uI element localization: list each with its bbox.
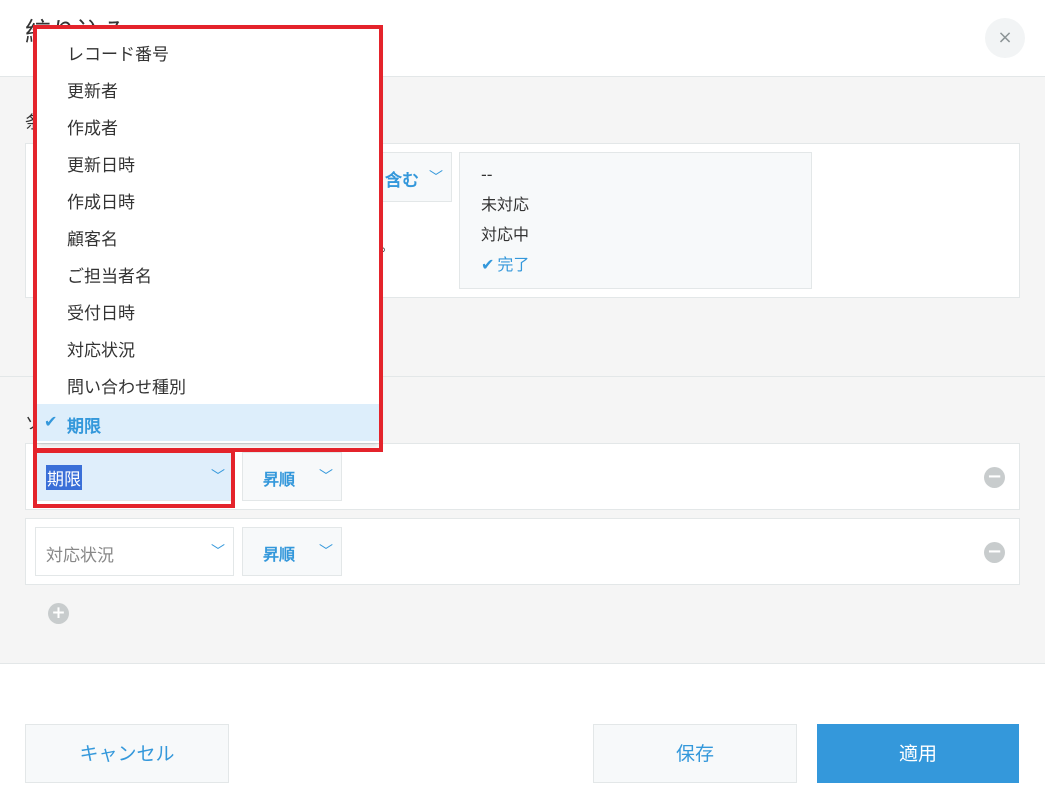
apply-button[interactable]: 適用 (817, 724, 1019, 783)
sort-field-select[interactable]: 対応状況 ﹀ (35, 527, 234, 576)
highlight-box (33, 25, 383, 452)
operator-label: 含む (385, 171, 419, 191)
status-option-selected[interactable]: ✔ 完了 (481, 254, 529, 276)
sort-order-select[interactable]: 昇順 ﹀ (242, 452, 342, 501)
sort-row: 対応状況 ﹀ 昇順 ﹀ − (25, 518, 1020, 585)
operator-select[interactable]: 含む ﹀ (380, 152, 452, 202)
chevron-down-icon: ﹀ (211, 544, 225, 560)
sort-order-value: 昇順 (263, 545, 296, 564)
minus-circle-icon[interactable]: − (984, 467, 1005, 488)
minus-circle-icon[interactable]: − (984, 542, 1005, 563)
chevron-down-icon: ﹀ (429, 170, 443, 186)
highlight-box (33, 449, 235, 508)
check-icon: ✔ (481, 255, 495, 274)
sort-field-value: 対応状況 (46, 546, 114, 566)
sort-order-select[interactable]: 昇順 ﹀ (242, 527, 342, 576)
save-button[interactable]: 保存 (593, 724, 797, 783)
chevron-down-icon: ﹀ (319, 469, 333, 485)
filter-dialog: 絞り込み × 条件 含む ﹀ 。 -- 未対応 対応中 ✔完了 ソート 期限 ﹀… (0, 0, 1045, 803)
cancel-button[interactable]: キャンセル (25, 724, 229, 783)
status-option[interactable]: 未対応 (481, 194, 529, 216)
chevron-down-icon: ﹀ (319, 544, 333, 560)
close-icon[interactable]: × (985, 18, 1025, 58)
plus-circle-icon[interactable]: + (48, 603, 69, 624)
status-option[interactable]: -- (481, 164, 493, 186)
status-option[interactable]: 対応中 (481, 224, 529, 246)
sort-order-value: 昇順 (263, 470, 296, 489)
status-multiselect[interactable]: -- 未対応 対応中 ✔ 完了 (459, 152, 812, 289)
